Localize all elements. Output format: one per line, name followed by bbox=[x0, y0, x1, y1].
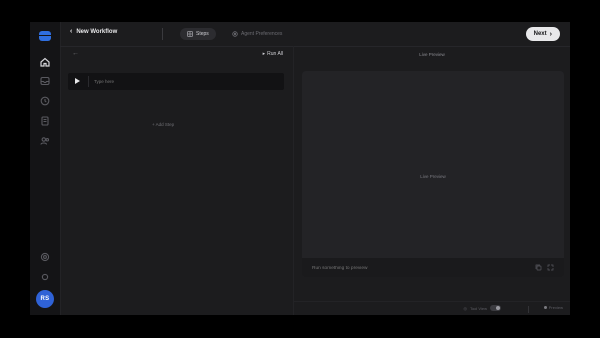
tab-steps[interactable]: Steps bbox=[180, 28, 216, 40]
preview-pane: Live Preview Live Preview ◎ Tool View bbox=[294, 46, 570, 315]
preview-mode-label: Preview bbox=[548, 305, 563, 310]
expand-icon[interactable] bbox=[547, 264, 554, 271]
copy-icon[interactable] bbox=[535, 264, 542, 271]
grid-icon bbox=[187, 31, 193, 37]
tool-view-label: Tool View bbox=[469, 305, 487, 311]
users-icon[interactable] bbox=[39, 135, 51, 147]
step-input[interactable] bbox=[94, 77, 274, 86]
footer-divider bbox=[528, 306, 529, 313]
add-step-button[interactable]: + Add Step bbox=[152, 122, 174, 127]
settings-icon bbox=[232, 31, 238, 37]
preview-title: Live Preview bbox=[419, 52, 445, 57]
app-window: RS ‹ New Workflow Steps Agent Preference… bbox=[30, 22, 570, 315]
preview-dot-icon bbox=[543, 306, 547, 309]
run-all-play-icon: ▸ bbox=[262, 51, 266, 57]
history-icon[interactable] bbox=[39, 95, 51, 107]
workflow-title: New Workflow bbox=[76, 28, 118, 35]
preview-mode-button[interactable]: Preview bbox=[543, 305, 563, 310]
toggle-switch[interactable] bbox=[490, 305, 501, 311]
run-all-label: Run All bbox=[267, 51, 283, 57]
help-icon[interactable] bbox=[39, 271, 51, 283]
steps-pane: ← ▸ Run All + Add Step bbox=[60, 46, 294, 315]
run-all-button[interactable]: ▸ Run All bbox=[263, 51, 283, 57]
next-button-label: Next bbox=[533, 31, 547, 37]
preview-placeholder: Live Preview bbox=[420, 174, 446, 179]
live-preview-panel: Live Preview bbox=[302, 71, 564, 277]
inbox-icon[interactable] bbox=[39, 75, 51, 87]
next-button[interactable]: Next › bbox=[525, 27, 560, 41]
step-row[interactable] bbox=[68, 73, 284, 90]
steps-toolbar: ← ▸ Run All bbox=[60, 46, 293, 62]
chevron-left-icon: ‹ bbox=[70, 28, 73, 35]
preview-input-bar bbox=[302, 258, 564, 277]
sidebar: RS bbox=[30, 22, 61, 315]
step-divider bbox=[88, 76, 89, 87]
chevron-right-icon: › bbox=[549, 30, 552, 38]
back-button[interactable]: ‹ New Workflow bbox=[70, 28, 117, 35]
logo-icon[interactable] bbox=[39, 31, 51, 41]
collapse-arrow-icon[interactable]: ← bbox=[72, 50, 79, 57]
play-icon[interactable] bbox=[75, 78, 80, 84]
top-bar: ‹ New Workflow Steps Agent Preferences N… bbox=[60, 22, 570, 47]
tab-agent-preferences-label: Agent Preferences bbox=[241, 31, 283, 37]
tool-view-icon: ◎ bbox=[463, 305, 467, 311]
header-divider bbox=[162, 28, 163, 40]
document-icon[interactable] bbox=[39, 115, 51, 127]
settings-icon[interactable] bbox=[39, 251, 51, 263]
tool-view-toggle[interactable]: ◎ Tool View bbox=[463, 305, 501, 311]
avatar[interactable]: RS bbox=[36, 290, 54, 308]
home-icon[interactable] bbox=[39, 56, 51, 68]
tab-agent-preferences[interactable]: Agent Preferences bbox=[225, 28, 289, 40]
preview-footer: ◎ Tool View Preview bbox=[294, 301, 570, 315]
tab-steps-label: Steps bbox=[196, 31, 209, 37]
preview-input[interactable] bbox=[312, 264, 512, 272]
